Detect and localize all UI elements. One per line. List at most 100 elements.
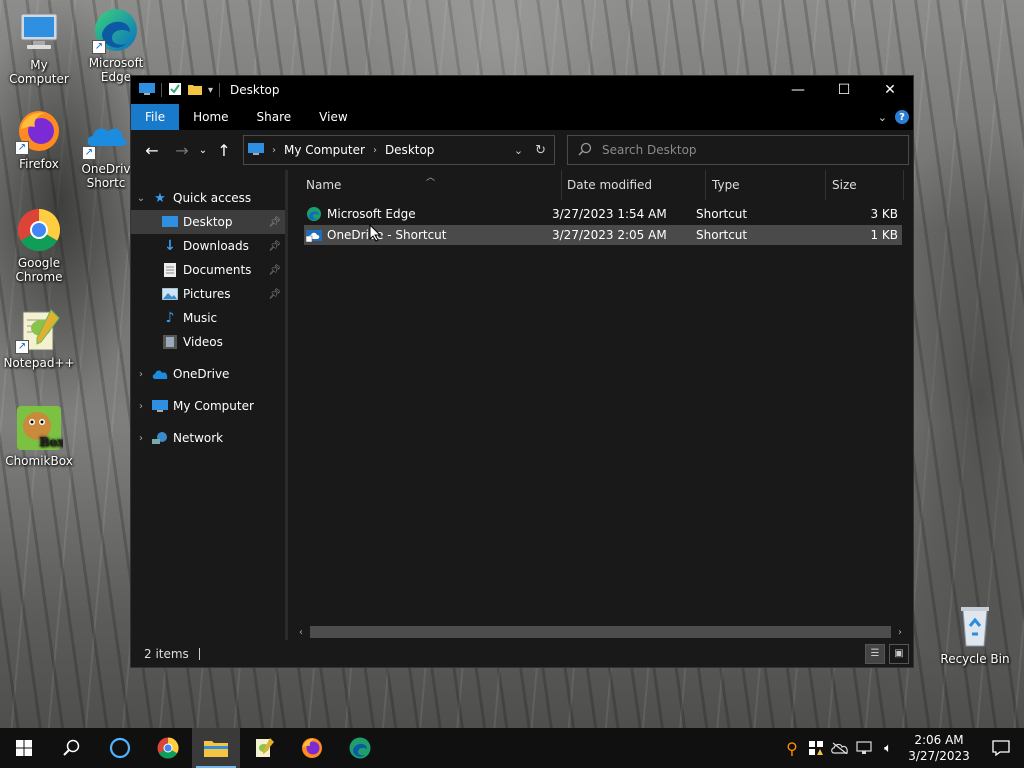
nav-pane-scrollbar[interactable] [285, 170, 287, 640]
taskbar-file-explorer-button[interactable] [192, 728, 240, 768]
cortana-icon [109, 737, 131, 759]
nav-item-pictures[interactable]: Pictures 📌︎ [131, 282, 287, 306]
column-header-type[interactable]: Type [706, 170, 826, 200]
pin-icon[interactable]: 📌︎ [268, 265, 281, 276]
breadcrumb-my-computer[interactable]: My Computer [284, 143, 365, 157]
music-note-icon: ♪ [165, 310, 175, 326]
search-icon [578, 142, 592, 159]
address-bar[interactable]: › My Computer › Desktop ⌄ ↻ [243, 135, 555, 165]
taskbar-edge-button[interactable] [336, 728, 384, 768]
tab-home[interactable]: Home [179, 104, 242, 130]
collapsed-chevron-icon[interactable]: › [131, 369, 151, 380]
nav-item-label: Desktop [183, 215, 233, 229]
nav-item-network[interactable]: › Network [131, 426, 287, 450]
onedrive-offline-icon[interactable] [828, 728, 852, 768]
forward-arrow-icon[interactable]: → [169, 138, 195, 162]
column-header-size[interactable]: Size [826, 170, 904, 200]
details-view-icon[interactable]: ☰ [865, 643, 885, 664]
scroll-left-icon[interactable]: ‹ [294, 627, 308, 638]
tray-app-icon[interactable]: ⚲ [780, 728, 804, 768]
desktop-icon-chomikbox[interactable]: Box ChomikBox [1, 404, 77, 468]
desktop-icon-microsoft-edge[interactable]: ↗ Microsoft Edge [78, 6, 154, 84]
taskbar-chrome-button[interactable] [144, 728, 192, 768]
clock[interactable]: 2:06 AM 3/27/2023 [900, 732, 978, 764]
action-center-button[interactable] [978, 728, 1024, 768]
taskbar-firefox-button[interactable] [288, 728, 336, 768]
start-button[interactable] [0, 728, 48, 768]
recycle-bin-icon [951, 602, 999, 650]
breadcrumb-separator-icon[interactable]: › [373, 145, 377, 156]
edge-icon [306, 206, 322, 222]
nav-item-videos[interactable]: Videos [131, 330, 287, 354]
cortana-button[interactable] [96, 728, 144, 768]
search-input[interactable] [602, 143, 882, 157]
window-title: Desktop [230, 83, 280, 97]
tab-share[interactable]: Share [243, 104, 306, 130]
nav-item-label: Videos [183, 335, 223, 349]
expanded-chevron-icon[interactable]: ⌄ [131, 193, 151, 204]
pin-icon[interactable]: 📌︎ [268, 289, 281, 300]
scrollbar-thumb[interactable] [310, 626, 891, 638]
nav-item-downloads[interactable]: ↓ Downloads 📌︎ [131, 234, 287, 258]
security-shield-icon[interactable] [804, 728, 828, 768]
breadcrumb-separator-icon[interactable]: › [272, 145, 276, 156]
taskbar-search-button[interactable] [48, 728, 96, 768]
recent-locations-chevron-icon[interactable]: ⌄ [195, 138, 211, 162]
back-arrow-icon[interactable]: ← [139, 138, 165, 162]
close-button[interactable]: ✕ [867, 76, 913, 104]
nav-item-label: My Computer [173, 399, 254, 413]
title-bar: ▾ Desktop — ☐ ✕ [131, 76, 913, 104]
expand-ribbon-chevron-icon[interactable]: ⌄ [878, 111, 887, 124]
nav-item-onedrive[interactable]: › OneDrive [131, 362, 287, 386]
nav-item-label: Quick access [173, 191, 252, 205]
desktop-icon-notepadpp[interactable]: ↗ Notepad++ [1, 306, 77, 370]
column-header-date-modified[interactable]: Date modified [561, 170, 706, 200]
collapsed-chevron-icon[interactable]: › [131, 401, 151, 412]
nav-item-documents[interactable]: Documents 📌︎ [131, 258, 287, 282]
scroll-right-icon[interactable]: › [893, 627, 907, 638]
nav-item-music[interactable]: ♪ Music [131, 306, 287, 330]
horizontal-scrollbar[interactable]: ‹ › [294, 624, 907, 640]
tab-view[interactable]: View [305, 104, 361, 130]
taskbar-notepadpp-button[interactable] [240, 728, 288, 768]
quick-access-toolbar-dropdown-icon[interactable]: ▾ [208, 85, 213, 96]
edge-icon [349, 737, 371, 759]
tab-file[interactable]: File [131, 104, 180, 130]
search-box[interactable] [567, 135, 909, 165]
new-folder-quick-icon[interactable] [188, 82, 202, 99]
film-icon [161, 334, 179, 350]
maximize-button[interactable]: ☐ [821, 76, 867, 104]
minimize-button[interactable]: — [775, 76, 821, 104]
properties-quick-icon[interactable] [168, 82, 182, 99]
nav-item-desktop[interactable]: Desktop 📌︎ [131, 210, 287, 234]
nav-item-my-computer[interactable]: › My Computer [131, 394, 287, 418]
up-arrow-icon[interactable]: ↑ [211, 138, 237, 162]
large-icons-view-icon[interactable]: ▣ [889, 643, 909, 664]
collapsed-chevron-icon[interactable]: › [131, 433, 151, 444]
breadcrumb-desktop[interactable]: Desktop [385, 143, 435, 157]
desktop-icon-onedrive-shortcut[interactable]: ↗ OneDriv Shortc [78, 112, 134, 190]
desktop-icon-recycle-bin[interactable]: Recycle Bin [937, 602, 1013, 666]
nav-item-label: Network [173, 431, 224, 445]
desktop-icon-firefox[interactable]: ↗ Firefox [1, 107, 77, 171]
window-app-icon[interactable] [139, 82, 155, 99]
desktop-icon-label: Recycle Bin [940, 652, 1010, 666]
desktop-icon-my-computer[interactable]: My Computer [1, 8, 77, 86]
file-row[interactable]: OneDrive - Shortcut 3/27/2023 2:05 AM Sh… [304, 225, 902, 245]
desktop-icon-google-chrome[interactable]: Google Chrome [1, 206, 77, 284]
volume-icon[interactable]: 🔈︎ [876, 728, 900, 768]
file-row[interactable]: Microsoft Edge 3/27/2023 1:54 AM Shortcu… [304, 204, 902, 224]
help-icon[interactable]: ? [895, 110, 909, 124]
file-list-pane: ︿ Name Date modified Type Size Microsoft… [288, 170, 913, 640]
desktop-icon-label: Notepad++ [3, 356, 75, 370]
network-icon[interactable] [852, 728, 876, 768]
chrome-icon [157, 737, 179, 759]
column-header-name[interactable]: Name [300, 170, 562, 200]
chrome-icon [15, 206, 63, 254]
nav-quick-access[interactable]: ⌄ ★ Quick access [131, 186, 287, 210]
address-history-chevron-icon[interactable]: ⌄ [514, 144, 523, 157]
pin-icon[interactable]: 📌︎ [268, 241, 281, 252]
refresh-icon[interactable]: ↻ [535, 143, 546, 158]
column-header-row: ︿ Name Date modified Type Size [288, 170, 913, 200]
pin-icon[interactable]: 📌︎ [268, 217, 281, 228]
